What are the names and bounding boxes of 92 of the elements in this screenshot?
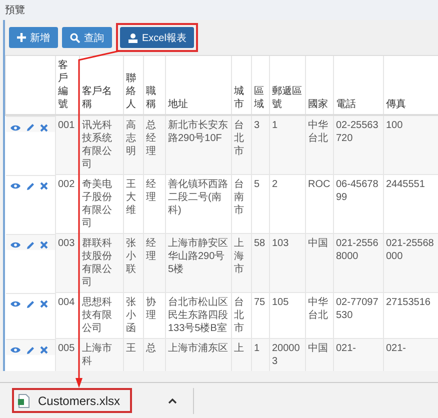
- table-cell: 张小函: [126, 297, 136, 334]
- table-cell: 001: [58, 120, 75, 131]
- eye-icon[interactable]: [10, 346, 20, 354]
- column-header: 區域: [254, 86, 264, 110]
- delete-icon[interactable]: [40, 182, 48, 190]
- column-header: 客戶編號: [58, 60, 68, 110]
- chevron-up-icon[interactable]: [168, 398, 178, 404]
- table-cell: 上海市科: [82, 343, 112, 367]
- table-cell: 新北市长安东路290号10F: [168, 120, 228, 144]
- table-cell: 王: [126, 343, 136, 354]
- table-cell: ROC: [308, 179, 330, 190]
- table-cell: 协理: [146, 297, 156, 321]
- delete-icon[interactable]: [40, 241, 48, 249]
- table-cell: 总经理: [146, 120, 156, 157]
- table-cell: 27153516: [386, 297, 430, 308]
- pencil-icon[interactable]: [26, 182, 34, 190]
- table-cell: 75: [254, 297, 266, 308]
- column-header: 聯絡人: [126, 73, 136, 110]
- column-header: 國家: [308, 99, 328, 110]
- file-name: Customers.xlsx: [38, 394, 120, 408]
- pencil-icon[interactable]: [26, 300, 34, 308]
- eye-icon[interactable]: [10, 182, 20, 190]
- table-cell: 004: [58, 297, 75, 308]
- table-cell: 02-25563720: [336, 120, 378, 144]
- table-cell: 2445551: [386, 179, 425, 190]
- table-cell: 3: [254, 120, 260, 131]
- table-cell: 中华台北: [308, 120, 328, 144]
- table-cell: 06-4567899: [336, 179, 378, 203]
- table-cell: 总: [146, 343, 156, 354]
- table-cell: 021-: [386, 343, 406, 354]
- table-cell: 005: [58, 343, 75, 354]
- table-cell: 讯光科技系统有限公司: [82, 120, 112, 170]
- person-icon: [128, 32, 138, 42]
- plus-icon: [17, 33, 26, 42]
- table-cell: 1: [254, 343, 260, 354]
- window-title: 預覽: [5, 4, 25, 17]
- table-cell: 台北市: [234, 297, 244, 334]
- table-cell: 经理: [146, 179, 156, 203]
- column-header: 客戶名稱: [82, 86, 112, 110]
- table-cell: 5: [254, 179, 260, 190]
- toolbar-button[interactable]: 查詢: [62, 27, 112, 48]
- column-header: 電話: [336, 99, 356, 110]
- table-cell: 2: [272, 179, 278, 190]
- table-cell: 02-77097530: [336, 297, 378, 321]
- table-cell: 经理: [146, 238, 156, 262]
- table-cell: 021-25568000: [336, 238, 378, 262]
- column-header: 城市: [234, 86, 244, 110]
- table-cell: 群联科技股份有限公司: [82, 238, 112, 288]
- toolbar-button[interactable]: 新增: [9, 27, 58, 48]
- table-cell: 上: [234, 343, 244, 354]
- column-header: 地址: [168, 99, 188, 110]
- table-cell: 100: [386, 120, 403, 131]
- table-cell: 003: [58, 238, 75, 249]
- delete-icon[interactable]: [40, 300, 48, 308]
- table-cell: 中国: [308, 343, 328, 354]
- pencil-icon[interactable]: [26, 123, 34, 132]
- table-cell: 上海市: [234, 238, 244, 275]
- table-cell: 王大维: [126, 179, 136, 216]
- table-cell: 中国: [308, 238, 328, 249]
- column-header: 郵遞區號: [272, 86, 302, 110]
- delete-icon[interactable]: [40, 124, 48, 132]
- eye-icon[interactable]: [10, 300, 20, 308]
- table-cell: 1: [272, 120, 278, 131]
- table-cell: 台南市: [234, 179, 244, 216]
- table-cell: 200003: [272, 343, 300, 367]
- table-cell: 105: [272, 297, 289, 308]
- download-item[interactable]: Customers.xlsx: [12, 388, 132, 413]
- table-cell: 奇美电子股份有限公司: [82, 179, 112, 229]
- eye-icon[interactable]: [10, 124, 20, 132]
- table-cell: 上海市浦东区: [168, 343, 228, 354]
- table-cell: 思想科技有限公司: [82, 297, 112, 334]
- spreadsheet-file-icon: [18, 394, 30, 408]
- table-cell: 58: [254, 238, 266, 249]
- pencil-icon[interactable]: [26, 240, 34, 250]
- table-cell: 103: [272, 238, 289, 249]
- table-cell: 中华台北: [308, 297, 328, 321]
- column-header: 職稱: [146, 86, 156, 110]
- table-cell: 021-25568000: [386, 238, 434, 262]
- table-cell: 台北市: [234, 120, 244, 157]
- table-cell: 高志明: [126, 120, 136, 157]
- table-cell: 上海市静安区华山路290号5楼: [168, 238, 228, 275]
- delete-icon[interactable]: [40, 346, 48, 354]
- eye-icon[interactable]: [10, 241, 20, 249]
- table-cell: 台北市松山区民生东路四段133号5楼B室: [168, 297, 228, 334]
- table-cell: 002: [58, 179, 75, 190]
- toolbar-button[interactable]: Excel報表: [120, 27, 194, 48]
- table-cell: 张小联: [126, 238, 136, 275]
- column-header: 傳真: [386, 99, 406, 110]
- table-cell: 021-: [336, 343, 356, 354]
- search-icon: [70, 32, 80, 42]
- table-cell: 善化镇环西路二段二号(南科): [168, 179, 228, 216]
- pencil-icon[interactable]: [26, 346, 34, 354]
